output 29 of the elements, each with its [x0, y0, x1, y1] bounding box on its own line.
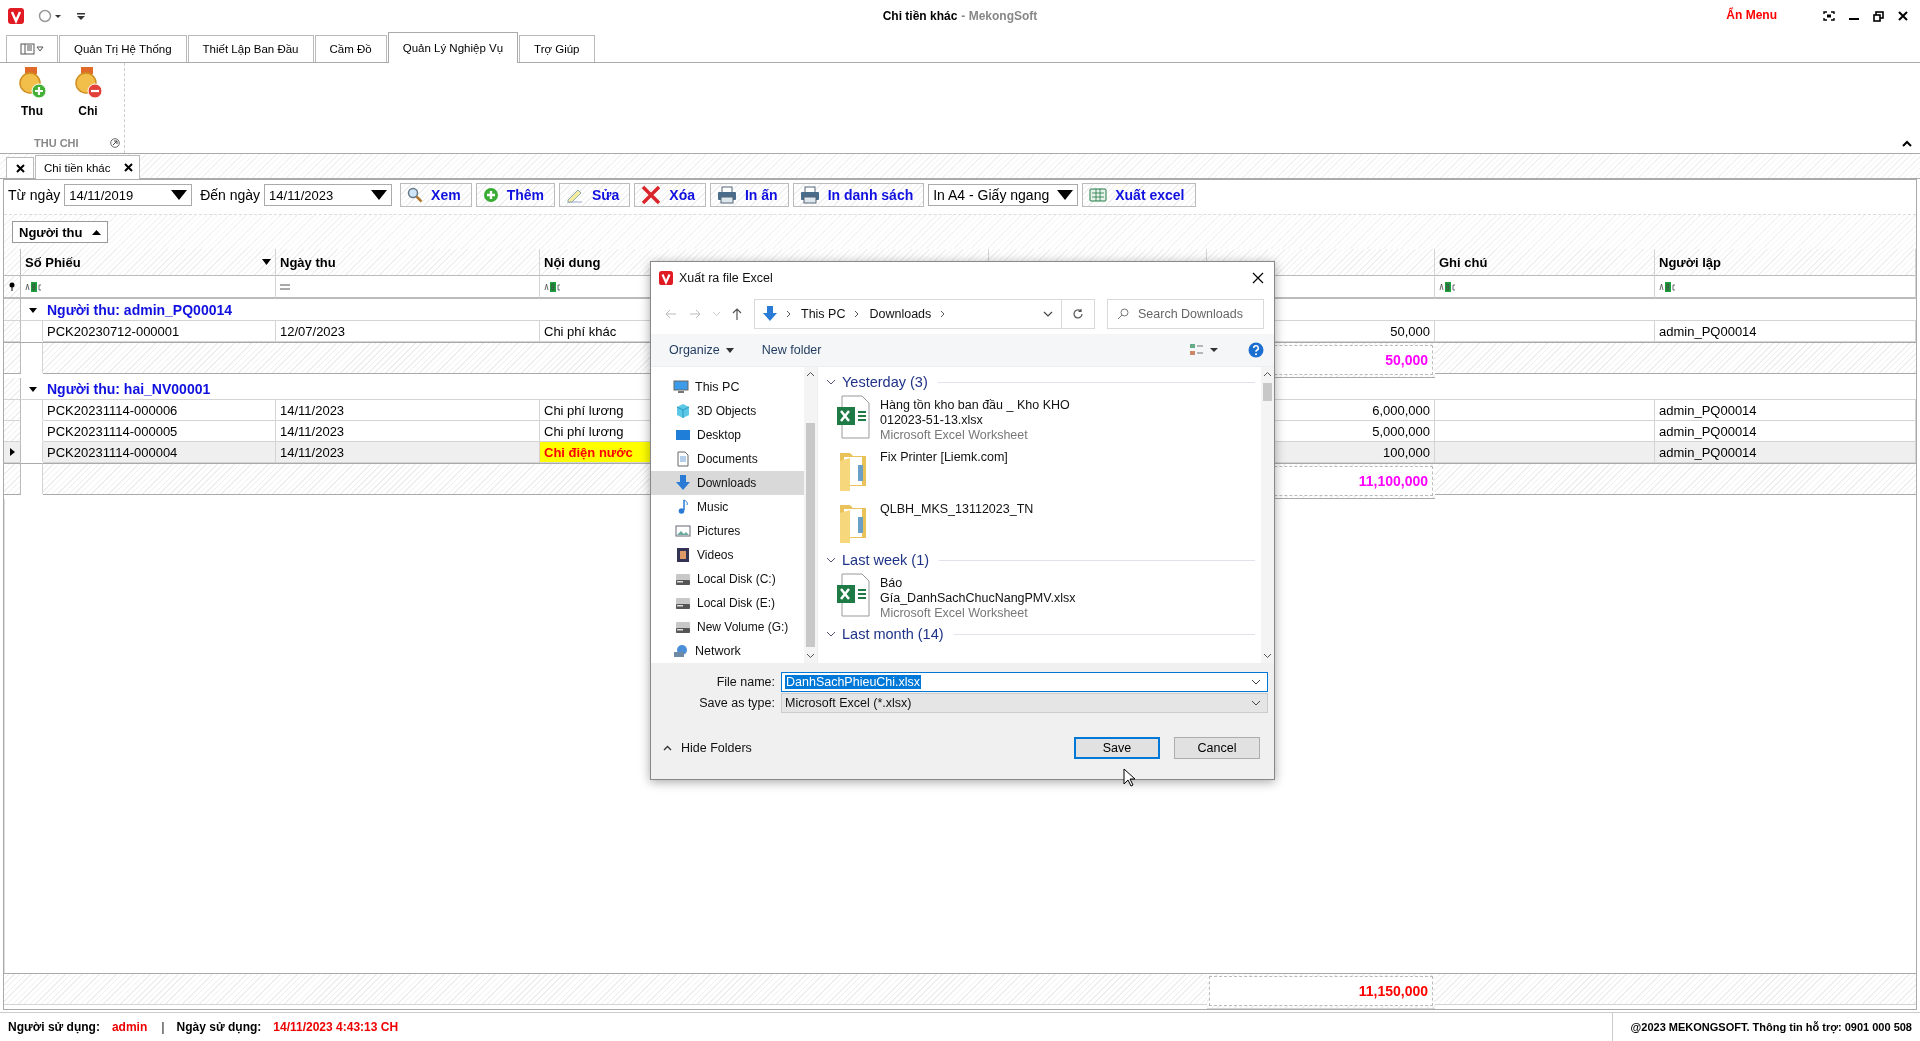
table-cell: admin_PQ00014: [1655, 442, 1916, 463]
table-cell: 14/11/2023: [276, 400, 540, 421]
table-cell: PCK20231114-000004: [43, 442, 276, 463]
file-name-label: File name:: [715, 674, 776, 689]
window-title: Chi tiền khác: [882, 9, 958, 23]
table-cell: admin_PQ00014: [1655, 400, 1916, 421]
to-date-label: Đến ngày: [200, 187, 261, 203]
column-title: Ghi chú: [1439, 254, 1488, 270]
user-name: admin: [111, 1020, 148, 1034]
copyright-text: @2023 MEKONGSOFT. Thông tin hỗ trợ: 0901 000 508: [1611, 1013, 1912, 1041]
group-label: Người thu: hai_NV00001: [47, 380, 211, 397]
table-cell: 14/11/2023: [276, 442, 540, 463]
file-type: Microsoft Excel Worksheet: [880, 606, 1029, 621]
user-label: Người sử dụng:: [8, 1020, 100, 1034]
from-date-label: Từ ngày: [8, 187, 61, 203]
group-label: Người thu: admin_PQ00014: [47, 301, 233, 318]
table-cell: PCK20231114-000006: [43, 400, 276, 421]
app-name: - MekongSoft: [961, 9, 1038, 23]
column-title: Người lập: [1659, 254, 1721, 270]
separator: |: [161, 1020, 165, 1034]
ribbon-group-label: THU CHI: [34, 137, 79, 149]
date-label: Ngày sử dụng:: [176, 1020, 262, 1034]
grand-total: 11,150,000: [1209, 976, 1433, 1006]
session-date: 14/11/2023 4:43:13 CH: [273, 1020, 399, 1034]
column-title: Ngày thu: [280, 254, 336, 270]
save-type-label: Save as type:: [698, 695, 776, 710]
column-title: Số Phiếu: [25, 254, 81, 270]
dialog-title: Xuất ra file Excel: [679, 271, 773, 285]
column-title: Nội dung: [544, 254, 601, 270]
